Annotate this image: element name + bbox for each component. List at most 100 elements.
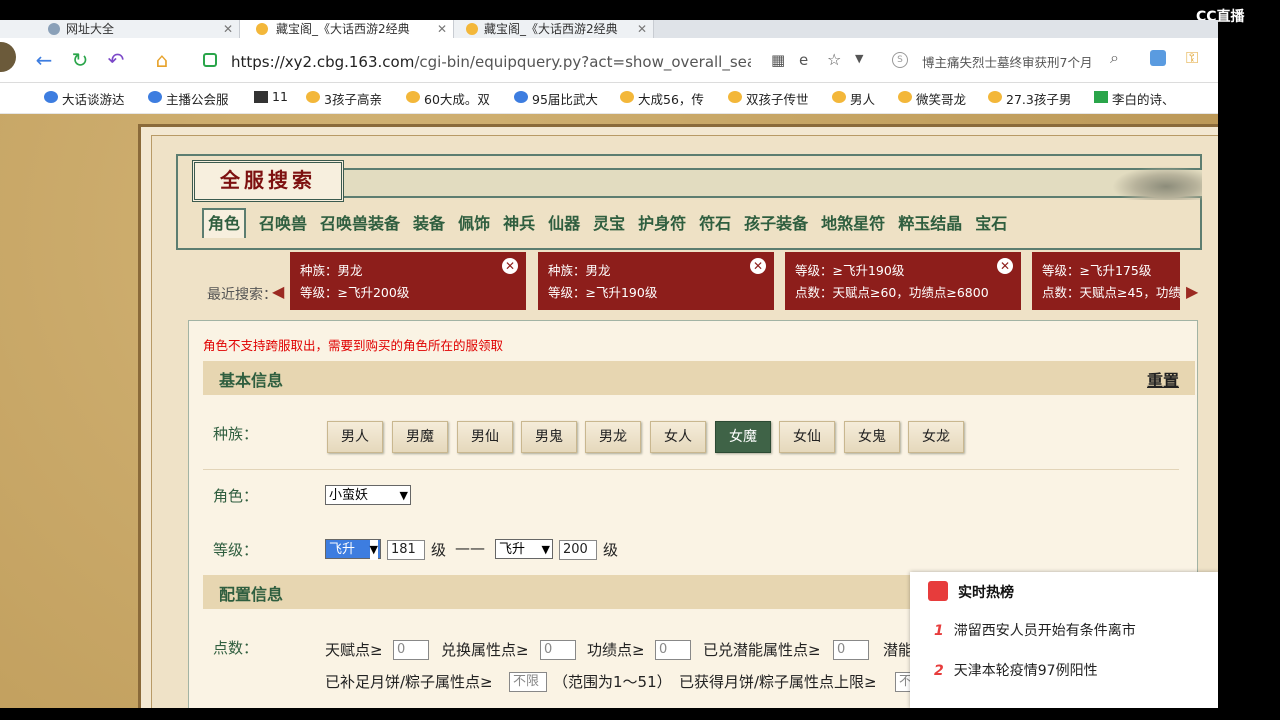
reset-button[interactable]: 重置 xyxy=(1147,367,1179,391)
recent-search-chip[interactable]: 种族：男龙 等级：≥飞升200级 ✕ xyxy=(290,252,526,310)
bookmark-icon xyxy=(898,91,912,103)
race-button[interactable]: 男仙 xyxy=(457,421,513,453)
chevron-left-icon[interactable]: ◀ xyxy=(272,282,284,301)
reload-icon[interactable]: ↻ xyxy=(68,48,92,72)
bookmark-item[interactable]: 双孩子传世 xyxy=(728,89,809,108)
close-icon[interactable]: ✕ xyxy=(223,20,233,38)
close-icon[interactable]: ✕ xyxy=(437,20,447,38)
bookmark-item[interactable]: 95届比武大 xyxy=(514,89,598,108)
search-box[interactable]: S 博主痛失烈士墓终审获刑7个月 ⌕ xyxy=(884,46,1132,74)
tab-label: 藏宝阁_《大话西游2经典 xyxy=(484,22,618,36)
role-select-value: 小蛮妖 xyxy=(329,488,369,503)
key-icon[interactable]: ⚿ xyxy=(1186,48,1198,68)
bookmark-item[interactable]: 李白的诗、 xyxy=(1094,89,1175,108)
mooncake-points-input[interactable]: 不限 xyxy=(509,672,547,692)
hot-text: 滞留西安人员开始有条件离市 xyxy=(953,623,1136,639)
back-icon[interactable]: ← xyxy=(32,48,56,72)
potential-points-label: 已兑潜能属性点≥ xyxy=(703,641,821,659)
hot-item[interactable]: 2 天津本轮疫情97例阳性 xyxy=(934,660,1098,680)
tab-pet[interactable]: 召唤兽 xyxy=(259,210,307,238)
recent-search-chip[interactable]: 等级：≥飞升190级 点数：天赋点≥60，功绩点≥6800 ✕ xyxy=(785,252,1021,310)
bookmark-item[interactable]: 27.3孩子男 xyxy=(988,89,1071,108)
tab-spirit-treasure[interactable]: 灵宝 xyxy=(593,210,625,238)
talent-points-label: 天赋点≥ xyxy=(325,641,383,659)
bookmark-icon xyxy=(620,91,634,103)
chart-icon xyxy=(928,581,948,601)
close-icon[interactable]: ✕ xyxy=(997,258,1013,274)
tab-jade-crystal[interactable]: 粹玉结晶 xyxy=(898,210,962,238)
chip-line: 点数：天赋点≥60，功绩点≥6800 xyxy=(795,285,989,300)
recent-search-chip[interactable]: 种族：男龙 等级：≥飞升190级 ✕ xyxy=(538,252,774,310)
race-button[interactable]: 男鬼 xyxy=(521,421,577,453)
race-button[interactable]: 女龙 xyxy=(908,421,964,453)
potential-points-input[interactable]: 0 xyxy=(833,640,869,660)
role-label: 角色： xyxy=(213,487,259,505)
bookmark-icon xyxy=(514,91,528,103)
merit-points-input[interactable]: 0 xyxy=(655,640,691,660)
hot-list-popup[interactable]: 实时热榜 1 滞留西安人员开始有条件离市 2 天津本轮疫情97例阳性 xyxy=(910,572,1218,708)
exchange-points-label: 兑换属性点≥ xyxy=(441,641,529,659)
search-input[interactable]: 博主痛失烈士墓终审获刑7个月 xyxy=(922,52,1092,71)
bookmark-item[interactable]: 男人 xyxy=(832,89,875,108)
bookmark-item[interactable]: 大成56，传 xyxy=(620,89,704,108)
hot-item[interactable]: 1 滞留西安人员开始有条件离市 xyxy=(934,620,1136,640)
race-button[interactable]: 男魔 xyxy=(392,421,448,453)
bookmark-item[interactable]: 60大成。双 xyxy=(406,89,490,108)
url-host: https://xy2.cbg.163.com xyxy=(231,53,415,71)
extension-icon[interactable] xyxy=(1150,50,1166,66)
race-button[interactable]: 男龙 xyxy=(585,421,641,453)
level-unit: 级 xyxy=(603,541,619,559)
url-field[interactable]: https://xy2.cbg.163.com/cgi-bin/equipque… xyxy=(194,46,882,76)
level-from-input[interactable]: 181 xyxy=(387,540,425,560)
hot-rank: 1 xyxy=(934,623,944,639)
role-select[interactable]: 小蛮妖 ▼ xyxy=(325,485,411,505)
home-icon[interactable]: ⌂ xyxy=(150,48,174,72)
tab-equip[interactable]: 装备 xyxy=(413,210,445,238)
tab-immortal-item[interactable]: 仙器 xyxy=(548,210,580,238)
race-button[interactable]: 男人 xyxy=(327,421,383,453)
chevron-down-icon[interactable]: ▼ xyxy=(855,52,863,65)
qr-icon[interactable]: ▦ xyxy=(771,51,785,69)
race-button-selected[interactable]: 女魔 xyxy=(715,421,771,453)
race-button[interactable]: 女人 xyxy=(650,421,706,453)
talent-points-input[interactable]: 0 xyxy=(393,640,429,660)
star-icon[interactable]: ☆ xyxy=(827,50,841,69)
bookmark-item[interactable]: 主播公会服 xyxy=(148,89,229,108)
tab-amulet[interactable]: 护身符 xyxy=(638,210,686,238)
tab-accessory[interactable]: 佩饰 xyxy=(458,210,490,238)
tab-nav[interactable]: 网址大全 ✕ xyxy=(0,20,240,38)
hot-text: 天津本轮疫情97例阳性 xyxy=(953,663,1098,679)
mooncake-points-label: 已补足月饼/粽子属性点≥ xyxy=(325,673,493,691)
tab-cbg[interactable]: 藏宝阁_《大话西游2经典 ✕ xyxy=(454,20,654,38)
level-label: 等级： xyxy=(213,541,259,559)
bookmark-item[interactable]: 11 xyxy=(254,89,288,104)
race-button[interactable]: 女鬼 xyxy=(844,421,900,453)
bookmark-item[interactable]: 大话谈游达 xyxy=(44,89,125,108)
close-icon[interactable]: ✕ xyxy=(637,20,647,38)
level-from-type-select[interactable]: 飞升 ▼ xyxy=(325,539,381,560)
avatar[interactable] xyxy=(0,42,16,72)
recent-search-chip[interactable]: 等级：≥飞升175级 点数：天赋点≥45，功绩 xyxy=(1032,252,1180,310)
tab-cbg-active[interactable]: 藏宝阁_《大话西游2经典 ✕ xyxy=(240,20,454,38)
close-icon[interactable]: ✕ xyxy=(502,258,518,274)
chevron-right-icon[interactable]: ▶ xyxy=(1186,282,1198,301)
exchange-points-input[interactable]: 0 xyxy=(540,640,576,660)
ie-icon[interactable]: e xyxy=(799,51,808,69)
bookmark-item[interactable]: 3孩子高亲 xyxy=(306,89,382,108)
race-button[interactable]: 女仙 xyxy=(779,421,835,453)
tab-star-talisman[interactable]: 地煞星符 xyxy=(821,210,885,238)
level-to-input[interactable]: 200 xyxy=(559,540,597,560)
tab-gem[interactable]: 宝石 xyxy=(975,210,1007,238)
undo-icon[interactable]: ↶ xyxy=(104,48,128,72)
bookmark-label: 27.3孩子男 xyxy=(1006,92,1072,107)
select-value: 飞升 xyxy=(329,542,356,557)
close-icon[interactable]: ✕ xyxy=(750,258,766,274)
tab-pet-equip[interactable]: 召唤兽装备 xyxy=(320,210,400,238)
tab-role[interactable]: 角色 xyxy=(202,208,247,238)
tab-child-equip[interactable]: 孩子装备 xyxy=(744,210,808,238)
tab-rune[interactable]: 符石 xyxy=(699,210,731,238)
tab-divine-weapon[interactable]: 神兵 xyxy=(503,210,535,238)
search-icon[interactable]: ⌕ xyxy=(1110,48,1119,68)
level-to-type-select[interactable]: 飞升 ▼ xyxy=(495,539,553,559)
bookmark-item[interactable]: 微笑哥龙 xyxy=(898,89,966,108)
